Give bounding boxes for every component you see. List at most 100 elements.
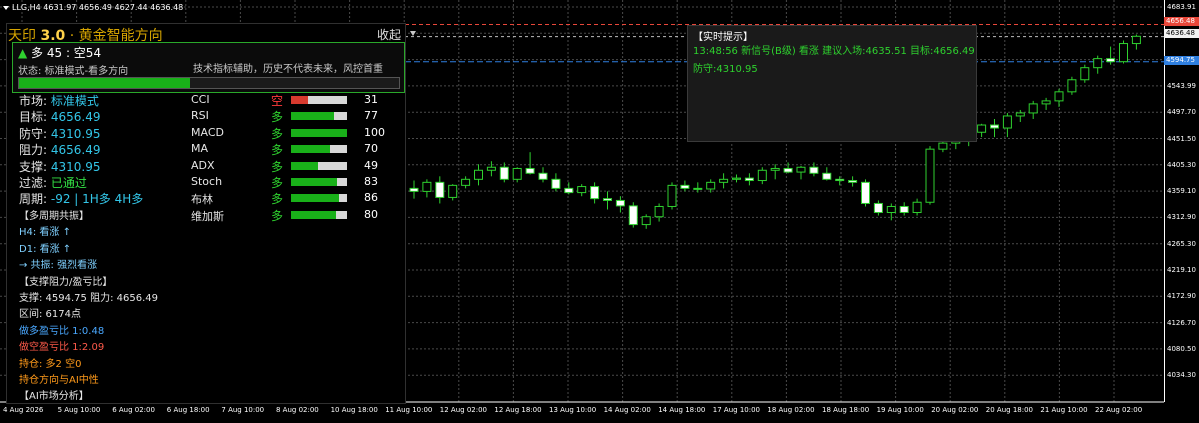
- indicator-value: 49: [364, 158, 378, 172]
- indicator-direction: 多: [271, 192, 284, 207]
- candle-body: [448, 184, 458, 198]
- candle-body: [1106, 58, 1116, 63]
- candle-body: [770, 167, 780, 171]
- disclaimer-text: 技术指标辅助，历史不代表未来，风控首重: [193, 64, 383, 75]
- time-axis-label: 5 Aug 10:00: [57, 406, 101, 414]
- indicator-name: RSI: [191, 109, 209, 123]
- candle-body: [590, 186, 600, 200]
- candle-body: [809, 166, 819, 174]
- row-value: 4656.49: [50, 110, 101, 125]
- candle-body: [977, 124, 987, 133]
- analysis-line: H4: 看涨 ↑: [19, 227, 71, 239]
- up-arrow-icon: ▲: [18, 46, 28, 60]
- analysis-line: D1: 看涨 ↑: [19, 243, 72, 255]
- candle-body: [628, 205, 638, 226]
- popup-defense-line: 防守:4310.95: [693, 64, 758, 75]
- chevron-down-icon[interactable]: [410, 31, 416, 36]
- indicator-direction: 空: [271, 94, 284, 108]
- analysis-line: 【AI市场分析】: [19, 391, 89, 403]
- candle-body: [1054, 91, 1064, 102]
- candle-body: [886, 205, 896, 214]
- indicator-direction: 多: [271, 159, 284, 174]
- candle-body: [525, 167, 535, 174]
- analysis-line: 【支撑阻力/盈亏比】: [19, 276, 113, 288]
- price-axis-label: 4219.10: [1167, 266, 1196, 274]
- menu-triangle-icon[interactable]: [3, 5, 9, 10]
- collapse-button[interactable]: 收起: [377, 26, 401, 43]
- analysis-line: 持仓: 多2 空0: [19, 358, 82, 370]
- symbol-bar-text: LLG,H4 4631.97 4656.49 4627.44 4636.48: [12, 3, 184, 12]
- panel-row: 防守: 4310.95: [19, 125, 101, 142]
- panel-row: 周期: -92 | 1H多 4H多: [19, 190, 143, 207]
- progress-fill: [19, 78, 190, 88]
- candle-body: [654, 205, 664, 218]
- symbol-bar[interactable]: LLG,H4 4631.97 4656.49 4627.44 4636.48: [3, 3, 183, 12]
- row-value: 已通过: [50, 176, 87, 190]
- analysis-line: 支撑: 4594.75 阻力: 4656.49: [19, 293, 158, 304]
- indicator-direction: 多: [271, 143, 284, 158]
- time-axis-label: 22 Aug 02:00: [1095, 406, 1143, 414]
- candle-body: [1067, 79, 1077, 93]
- candle-body: [551, 178, 561, 189]
- time-axis-label: 8 Aug 02:00: [276, 406, 319, 414]
- price-tag-support: 4594.75: [1164, 56, 1199, 65]
- candle-body: [912, 201, 922, 214]
- analysis-line: 做多盈亏比 1:0.48: [19, 325, 105, 337]
- time-axis-label: 17 Aug 10:00: [712, 406, 760, 414]
- candle-body: [706, 181, 716, 190]
- candle-body: [744, 177, 754, 182]
- candle-body: [564, 187, 574, 194]
- indicator-strength-bar: [291, 161, 347, 170]
- panel-row: 目标: 4656.49: [19, 108, 101, 125]
- row-key: 支撑:: [19, 159, 48, 174]
- time-axis-label: 14 Aug 02:00: [603, 406, 651, 414]
- candle-body: [1015, 112, 1025, 117]
- indicator-strength-fill: [291, 210, 336, 219]
- panel-row: 过滤: 已通过: [19, 174, 87, 191]
- indicator-value: 77: [364, 109, 378, 123]
- price-tag-current: 4636.48: [1164, 29, 1199, 38]
- candle-body: [615, 199, 625, 207]
- price-axis-label: 4080.50: [1167, 344, 1196, 353]
- candle-body: [835, 178, 845, 182]
- indicator-direction: 多: [271, 208, 284, 223]
- analysis-line: → 共振: 强烈看涨: [19, 260, 98, 272]
- time-axis-label: 12 Aug 18:00: [494, 406, 542, 414]
- candle-body: [512, 167, 522, 180]
- row-key: 防守:: [19, 126, 48, 141]
- row-value: 4310.95: [50, 159, 101, 174]
- time-axis-label: 12 Aug 02:00: [439, 406, 487, 414]
- candle-body: [732, 177, 741, 180]
- candle-body: [1119, 43, 1128, 63]
- candle-body: [435, 181, 445, 198]
- indicator-direction: 多: [271, 110, 284, 125]
- candle-body: [680, 184, 690, 189]
- trend-ratio: ▲ 多 45 : 空54: [18, 44, 101, 61]
- indicator-value: 31: [364, 93, 378, 106]
- price-axis-label: 4126.70: [1167, 318, 1196, 327]
- price-axis-label: 4359.10: [1167, 187, 1196, 196]
- indicator-direction: 多: [271, 126, 284, 141]
- indicator-strength-fill: [291, 145, 331, 154]
- price-tag-resistance: 4656.48: [1164, 17, 1199, 26]
- candle-body: [603, 198, 612, 201]
- candle-body: [873, 202, 883, 214]
- panel-row: 市场: 标准模式: [19, 92, 99, 109]
- price-axis-label: 4265.30: [1167, 239, 1196, 248]
- indicator-name: MA: [191, 142, 209, 156]
- time-axis-label: 14 Aug 18:00: [658, 406, 706, 414]
- price-axis-label: 4172.90: [1167, 292, 1196, 301]
- candle-body: [822, 172, 832, 180]
- indicator-name: MACD: [191, 125, 224, 139]
- price-axis-label: 4451.50: [1167, 134, 1196, 143]
- indicator-value: 83: [364, 175, 378, 188]
- indicator-strength-fill: [291, 161, 319, 170]
- long-short-progress: [18, 77, 400, 89]
- candle-body: [757, 169, 767, 182]
- panel-row: 阻力: 4656.49: [19, 141, 101, 158]
- candle-body: [1093, 58, 1103, 69]
- indicator-value: 80: [364, 207, 378, 221]
- time-axis-label: 7 Aug 10:00: [221, 406, 265, 414]
- candle-body: [861, 181, 870, 204]
- time-axis-label: 4 Aug 2026: [3, 406, 44, 414]
